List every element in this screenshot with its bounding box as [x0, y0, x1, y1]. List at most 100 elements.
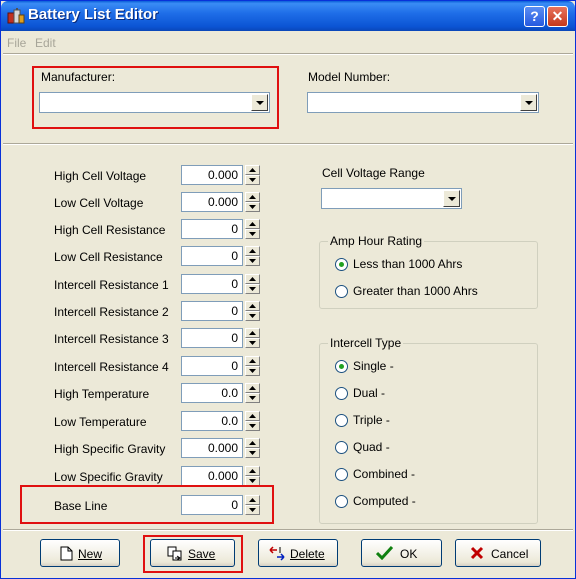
- low-specific-gravity-input[interactable]: 0.000: [181, 466, 243, 486]
- intercell-resistance-1-input[interactable]: 0: [181, 274, 243, 294]
- new-label: New: [78, 547, 103, 561]
- chevron-down-icon: [525, 101, 533, 105]
- cancel-button[interactable]: Cancel: [455, 539, 541, 567]
- model-number-dropdown-button[interactable]: [520, 94, 537, 111]
- radio-quad[interactable]: [335, 441, 348, 454]
- spin-down-button[interactable]: [245, 175, 260, 185]
- spin-up-button[interactable]: [245, 411, 260, 421]
- help-button[interactable]: ?: [524, 6, 545, 27]
- high-temperature-input[interactable]: 0.0: [181, 383, 243, 403]
- field-label: Intercell Resistance 1: [54, 278, 169, 292]
- radio-dual[interactable]: [335, 387, 348, 400]
- intercell-resistance-2-input[interactable]: 0: [181, 301, 243, 321]
- delete-icon: [269, 546, 285, 561]
- high-cell-voltage-input[interactable]: 0.000: [181, 165, 243, 185]
- spin-up-button[interactable]: [245, 165, 260, 175]
- spin-down-button[interactable]: [245, 448, 260, 458]
- spin-up-button[interactable]: [245, 219, 260, 229]
- arrow-down-icon: [249, 369, 256, 373]
- low-temperature-input[interactable]: 0.0: [181, 411, 243, 431]
- cell-voltage-range-dropdown-button[interactable]: [443, 190, 460, 207]
- ok-label: OK: [400, 547, 418, 561]
- field-label: High Cell Resistance: [54, 223, 166, 237]
- cell-voltage-range-combo[interactable]: [321, 188, 462, 209]
- manufacturer-highlight-box: [32, 66, 279, 129]
- intercell-type-group: [319, 343, 538, 524]
- intercell-resistance-4-input[interactable]: 0: [181, 356, 243, 376]
- spin-up-button[interactable]: [245, 301, 260, 311]
- intercell-resistance-3-spinner[interactable]: [245, 328, 260, 348]
- spin-down-button[interactable]: [245, 202, 260, 212]
- spin-up-button[interactable]: [245, 438, 260, 448]
- spin-down-button[interactable]: [245, 366, 260, 376]
- low-cell-resistance-spinner[interactable]: [245, 246, 260, 266]
- low-temperature-spinner[interactable]: [245, 411, 260, 431]
- ok-button[interactable]: OK: [361, 539, 442, 567]
- spin-down-button[interactable]: [245, 311, 260, 321]
- low-cell-voltage-input[interactable]: 0.000: [181, 192, 243, 212]
- title-bar[interactable]: Battery List Editor ? ✕: [1, 1, 575, 31]
- low-specific-gravity-spinner[interactable]: [245, 466, 260, 486]
- spin-up-button[interactable]: [245, 274, 260, 284]
- field-label: Intercell Resistance 2: [54, 305, 169, 319]
- radio-label: Triple -: [353, 413, 390, 427]
- radio-less-than-1000[interactable]: [335, 258, 348, 271]
- radio-label: Quad -: [353, 440, 390, 454]
- cancel-label: Cancel: [491, 547, 529, 561]
- checkmark-icon: [376, 545, 393, 560]
- low-cell-voltage-spinner[interactable]: [245, 192, 260, 212]
- arrow-down-icon: [249, 232, 256, 236]
- spin-up-button[interactable]: [245, 328, 260, 338]
- spin-up-button[interactable]: [245, 466, 260, 476]
- field-label: Low Temperature: [54, 415, 147, 429]
- arrow-down-icon: [249, 451, 256, 455]
- intercell-resistance-3-input[interactable]: 0: [181, 328, 243, 348]
- spin-down-button[interactable]: [245, 421, 260, 431]
- arrow-up-icon: [249, 441, 256, 445]
- menu-file[interactable]: File: [7, 36, 26, 50]
- radio-single[interactable]: [335, 360, 348, 373]
- spin-down-button[interactable]: [245, 284, 260, 294]
- window-title: Battery List Editor: [28, 6, 159, 23]
- intercell-resistance-1-spinner[interactable]: [245, 274, 260, 294]
- radio-triple[interactable]: [335, 414, 348, 427]
- spin-down-button[interactable]: [245, 338, 260, 348]
- arrow-down-icon: [249, 341, 256, 345]
- spin-up-button[interactable]: [245, 356, 260, 366]
- intercell-resistance-2-spinner[interactable]: [245, 301, 260, 321]
- menu-bar: File Edit: [1, 33, 575, 53]
- high-temperature-spinner[interactable]: [245, 383, 260, 403]
- spin-down-button[interactable]: [245, 229, 260, 239]
- arrow-up-icon: [249, 469, 256, 473]
- new-document-icon: [60, 546, 73, 561]
- intercell-type-title: Intercell Type: [328, 336, 404, 350]
- radio-combined[interactable]: [335, 468, 348, 481]
- high-cell-voltage-spinner[interactable]: [245, 165, 260, 185]
- spin-up-button[interactable]: [245, 192, 260, 202]
- new-button[interactable]: New: [40, 539, 120, 567]
- close-button[interactable]: ✕: [547, 6, 568, 27]
- high-cell-resistance-input[interactable]: 0: [181, 219, 243, 239]
- delete-button[interactable]: Delete: [258, 539, 338, 567]
- spin-up-button[interactable]: [245, 246, 260, 256]
- footer-separator: [3, 529, 573, 531]
- radio-greater-than-1000[interactable]: [335, 285, 348, 298]
- spin-down-button[interactable]: [245, 393, 260, 403]
- arrow-down-icon: [249, 205, 256, 209]
- radio-label: Combined -: [353, 467, 416, 481]
- high-cell-resistance-spinner[interactable]: [245, 219, 260, 239]
- spin-down-button[interactable]: [245, 256, 260, 266]
- low-cell-resistance-input[interactable]: 0: [181, 246, 243, 266]
- spin-up-button[interactable]: [245, 383, 260, 393]
- high-specific-gravity-input[interactable]: 0.000: [181, 438, 243, 458]
- high-specific-gravity-spinner[interactable]: [245, 438, 260, 458]
- field-label: High Specific Gravity: [54, 442, 166, 456]
- intercell-resistance-4-spinner[interactable]: [245, 356, 260, 376]
- model-number-combo[interactable]: [307, 92, 539, 113]
- arrow-up-icon: [249, 331, 256, 335]
- menu-edit[interactable]: Edit: [35, 36, 56, 50]
- radio-label: Computed -: [353, 494, 416, 508]
- radio-computed[interactable]: [335, 495, 348, 508]
- arrow-up-icon: [249, 386, 256, 390]
- arrow-down-icon: [249, 259, 256, 263]
